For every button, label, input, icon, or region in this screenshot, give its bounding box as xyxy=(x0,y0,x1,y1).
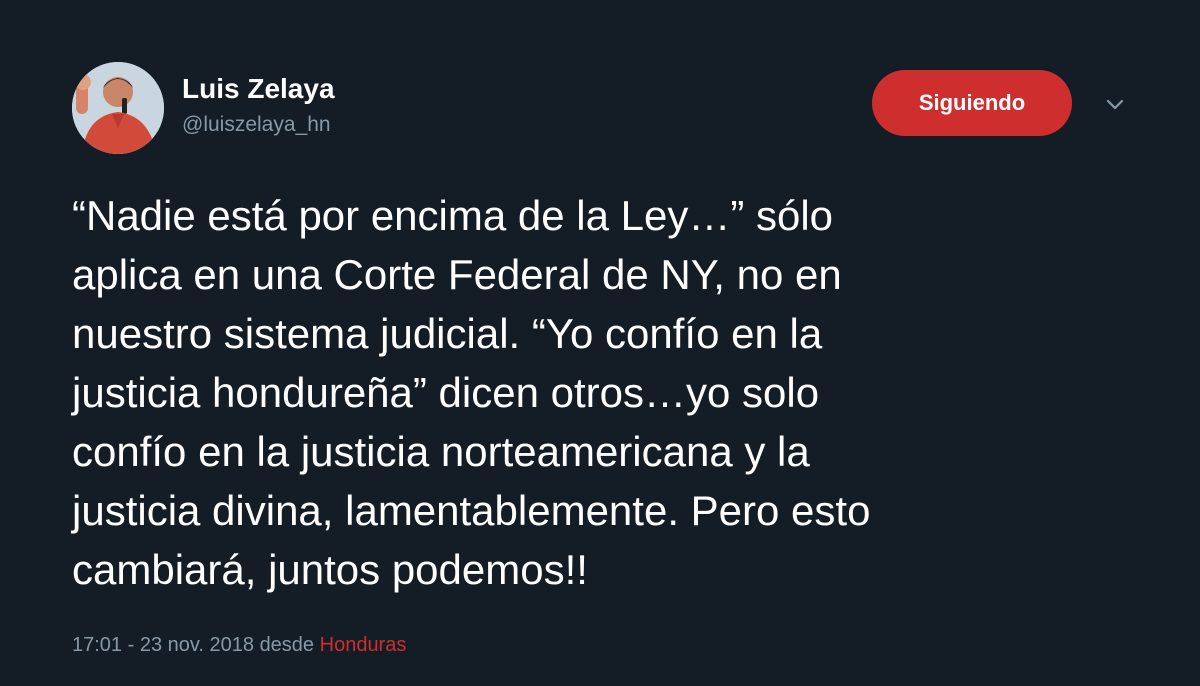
chevron-down-icon[interactable] xyxy=(1102,92,1128,118)
following-button[interactable]: Siguiendo xyxy=(872,70,1072,136)
timestamp-link[interactable]: 17:01 - 23 nov. 2018 xyxy=(72,634,254,656)
via-label: desde xyxy=(259,634,315,656)
location-link[interactable]: Honduras xyxy=(320,634,407,656)
tweet-text: “Nadie está por encima de la Ley…” sólo … xyxy=(72,192,871,593)
user-handle[interactable]: @luiszelaya_hn xyxy=(182,112,331,138)
tweet-meta: 17:01 - 23 nov. 2018 desde Honduras xyxy=(72,632,406,658)
display-name[interactable]: Luis Zelaya xyxy=(182,72,335,106)
avatar-image xyxy=(72,62,164,154)
avatar[interactable] xyxy=(72,62,164,154)
tweet-card: Luis Zelaya @luiszelaya_hn Siguiendo “Na… xyxy=(0,0,1200,686)
